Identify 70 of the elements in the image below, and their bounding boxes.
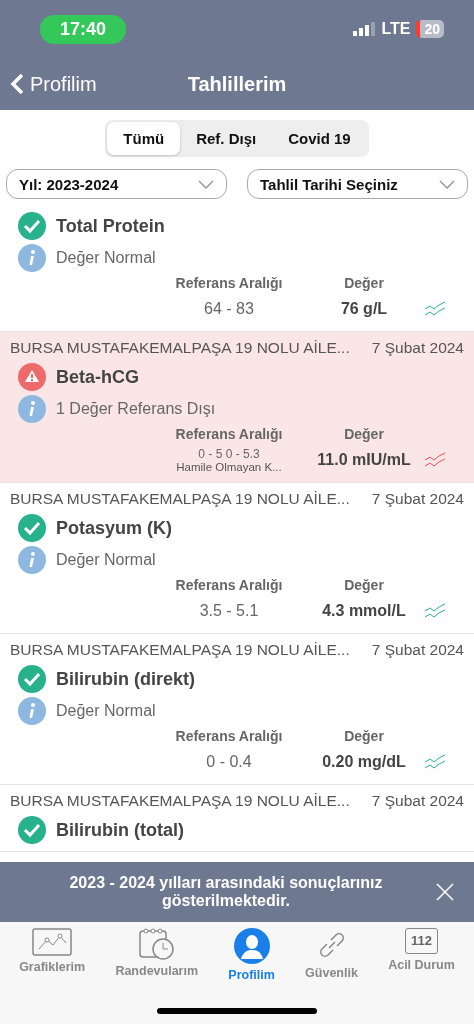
tab-bar-item[interactable]: Profilim (228, 928, 275, 988)
line-chart-icon (32, 928, 73, 956)
value-header: Değer (343, 426, 385, 442)
battery-icon: 20 (416, 20, 444, 38)
trend-icon[interactable] (424, 301, 446, 317)
range-header: Referans Aralığı (174, 577, 284, 593)
lab-name: BURSA MUSTAFAKEMALPAŞA 19 NOLU AİLE... (10, 792, 350, 810)
trend-icon[interactable] (424, 754, 446, 770)
test-name: Beta-hCG (56, 366, 139, 388)
check-icon (18, 665, 46, 693)
range-header: Referans Aralığı (174, 426, 284, 442)
value-header: Değer (343, 728, 385, 744)
result-note: Değer Normal (56, 249, 156, 267)
result-date: 7 Şubat 2024 (371, 792, 464, 810)
lab-name: BURSA MUSTAFAKEMALPAŞA 19 NOLU AİLE... (10, 641, 350, 659)
banner-text: 2023 - 2024 yılları arasındaki sonuçlarınız gösterilmektedir. (68, 874, 384, 910)
network-label: LTE (381, 20, 411, 38)
signal-icon (353, 22, 376, 36)
segment-tab[interactable]: Tümü (107, 122, 181, 155)
lab-name: BURSA MUSTAFAKEMALPAŞA 19 NOLU AİLE... (10, 490, 350, 508)
warning-icon (18, 363, 46, 391)
test-name: Bilirubin (total) (56, 819, 184, 841)
range-note: Hamile Olmayan K... (176, 461, 282, 473)
reference-range: 0 - 0.4 (206, 753, 252, 771)
result-date: 7 Şubat 2024 (371, 339, 464, 357)
check-icon (18, 514, 46, 542)
result-value: 76 g/L (339, 300, 389, 318)
filter-dropdown[interactable]: Yıl: 2023-2024 (6, 169, 227, 199)
test-name: Potasyum (K) (56, 517, 172, 539)
info-icon (18, 697, 46, 725)
page-title: Tahlillerim (187, 72, 287, 96)
segment-tab[interactable]: Ref. Dışı (180, 122, 273, 155)
tab-bar-item[interactable]: 112 Acil Durum (388, 928, 455, 988)
chevron-left-icon (10, 73, 24, 95)
trend-icon[interactable] (424, 452, 446, 468)
person-icon (233, 928, 270, 964)
back-button[interactable]: Profilim (10, 72, 97, 96)
info-icon (18, 395, 46, 423)
lab-name: BURSA MUSTAFAKEMALPAŞA 19 NOLU AİLE... (10, 339, 350, 357)
result-note: Değer Normal (56, 702, 156, 720)
reference-range: 0 - 5 0 - 5.3 (198, 447, 260, 461)
calendar-clock-icon (137, 928, 176, 960)
info-icon (18, 546, 46, 574)
result-date: 7 Şubat 2024 (371, 490, 464, 508)
range-header: Referans Aralığı (174, 275, 284, 291)
reference-range: 3.5 - 5.1 (199, 602, 259, 620)
test-name: Total Protein (56, 215, 165, 237)
close-button[interactable] (436, 883, 454, 901)
value-header: Değer (343, 577, 385, 593)
result-note: Değer Normal (56, 551, 156, 569)
range-header: Referans Aralığı (174, 728, 284, 744)
value-header: Değer (343, 275, 385, 291)
emergency-number-icon: 112 (405, 928, 438, 954)
reference-range: 64 - 83 (204, 300, 254, 318)
result-value: 4.3 mmol/L (321, 602, 407, 620)
chevron-down-icon (439, 179, 455, 189)
test-name: Bilirubin (direkt) (56, 668, 195, 690)
chevron-down-icon (198, 179, 214, 189)
check-icon (18, 816, 46, 844)
result-value: 11.0 mIU/mL (316, 451, 412, 469)
check-icon (18, 212, 46, 240)
result-date: 7 Şubat 2024 (371, 641, 464, 659)
segment-tab[interactable]: Covid 19 (272, 122, 367, 155)
result-note: 1 Değer Referans Dışı (56, 400, 216, 418)
filter-dropdown[interactable]: Tahlil Tarihi Seçiniz (247, 169, 468, 199)
status-time: 17:40 (40, 14, 127, 44)
result-value: 0.20 mg/dL (321, 753, 407, 771)
info-icon (18, 244, 46, 272)
trend-icon[interactable] (424, 603, 446, 619)
result-card[interactable]: BURSA MUSTAFAKEMALPAŞA 19 NOLU AİLE... 7 Şubat 2024 Beta-hCG 1 Değer Referans Dışı Referans Aralığı Değer 0 - 5 0 - 5.3 Hamile Olmayan K... 11.0 mIU/mL (0, 332, 474, 483)
